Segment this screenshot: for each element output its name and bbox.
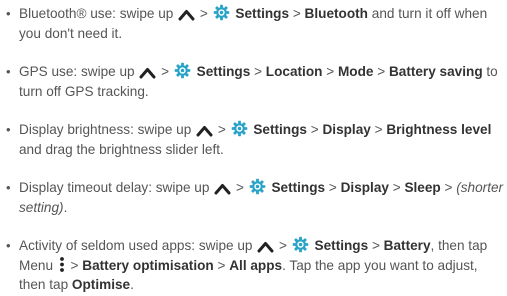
- tip-segment: Display brightness: swipe up: [19, 122, 196, 137]
- tip-segment: >: [370, 122, 387, 137]
- bullet: •: [6, 6, 11, 21]
- ui-path-label: Settings: [267, 180, 326, 195]
- tip-segment: .: [130, 277, 134, 292]
- tip-apps: • Activity of seldom used apps: swipe up…: [6, 236, 504, 295]
- ui-path-label: Location: [265, 64, 323, 79]
- tip-segment: >: [322, 64, 338, 79]
- tip-segment: >: [66, 257, 83, 273]
- tip-text: Bluetooth® use: swipe up > Settings > Bl…: [19, 4, 504, 43]
- ui-path-label: Sleep: [404, 180, 441, 195]
- tip-segment: GPS use: swipe up: [19, 64, 139, 79]
- bullet: •: [6, 122, 11, 137]
- ui-path-label: All apps: [229, 257, 283, 273]
- tip-segment: >: [232, 180, 248, 195]
- bullet: •: [6, 64, 11, 79]
- ui-path-label: Battery saving: [388, 64, 483, 79]
- tip-segment: >: [157, 64, 173, 79]
- settings-gear-icon: [213, 4, 229, 21]
- tip-segment: Bluetooth® use: swipe up: [19, 6, 178, 21]
- tip-segment: >: [440, 180, 457, 195]
- vertical-dots-menu-icon: [59, 256, 64, 272]
- tip-segment: >: [306, 122, 323, 137]
- ui-path-label: Mode: [337, 64, 374, 79]
- tip-segment: .: [63, 199, 68, 215]
- ui-path-label: Bluetooth: [304, 6, 368, 21]
- chevron-up-icon: [257, 242, 274, 253]
- ui-path-label: Settings: [310, 238, 369, 253]
- ui-path-label: Battery optimisation: [82, 257, 214, 273]
- tip-timeout: • Display timeout delay: swipe up > Sett…: [6, 178, 504, 217]
- tip-segment: Display timeout delay: swipe up: [19, 180, 214, 195]
- chevron-up-icon: [214, 184, 231, 195]
- ui-path-label: Brightness level: [386, 122, 492, 137]
- tip-segment: >: [325, 180, 341, 195]
- tip-segment: >: [214, 122, 230, 137]
- ui-path-label: Display: [322, 122, 371, 137]
- tip-segment: and drag the brightness slider left.: [19, 141, 224, 157]
- tip-gps: • GPS use: swipe up > Settings > Locatio…: [6, 62, 504, 101]
- tip-segment: >: [289, 6, 305, 21]
- tip-segment: >: [373, 64, 389, 79]
- settings-gear-icon: [231, 120, 247, 137]
- tip-segment: >: [196, 6, 212, 21]
- chevron-up-icon: [178, 10, 195, 21]
- tip-segment: >: [275, 238, 291, 253]
- ui-path-label: Optimise: [71, 277, 131, 292]
- tip-segment: Activity of seldom used apps: swipe up: [19, 238, 257, 253]
- settings-gear-icon: [292, 236, 309, 253]
- ui-path-label: Settings: [249, 122, 307, 137]
- settings-gear-icon: [174, 62, 191, 79]
- tip-segment: >: [250, 64, 266, 79]
- tip-segment: >: [213, 257, 230, 273]
- ui-path-label: Settings: [231, 6, 290, 21]
- ui-path-label: Display: [340, 180, 389, 195]
- chevron-up-icon: [139, 68, 156, 79]
- tip-text: Display brightness: swipe up > Settings …: [19, 120, 504, 159]
- chevron-up-icon: [196, 126, 213, 137]
- tip-text: Display timeout delay: swipe up > Settin…: [19, 178, 504, 217]
- tip-text: Activity of seldom used apps: swipe up >…: [19, 236, 504, 295]
- ui-path-label: Settings: [192, 64, 251, 79]
- bullet: •: [6, 180, 11, 195]
- tip-brightness: • Display brightness: swipe up > Setting…: [6, 120, 504, 159]
- battery-tips-list: • Bluetooth® use: swipe up > Settings > …: [0, 0, 507, 296]
- bullet: •: [6, 238, 11, 253]
- ui-path-label: Battery: [383, 238, 431, 253]
- settings-gear-icon: [249, 178, 265, 195]
- tip-segment: >: [388, 180, 405, 195]
- tip-segment: >: [368, 238, 384, 253]
- tip-bluetooth: • Bluetooth® use: swipe up > Settings > …: [6, 4, 504, 43]
- tip-text: GPS use: swipe up > Settings > Location …: [19, 62, 504, 101]
